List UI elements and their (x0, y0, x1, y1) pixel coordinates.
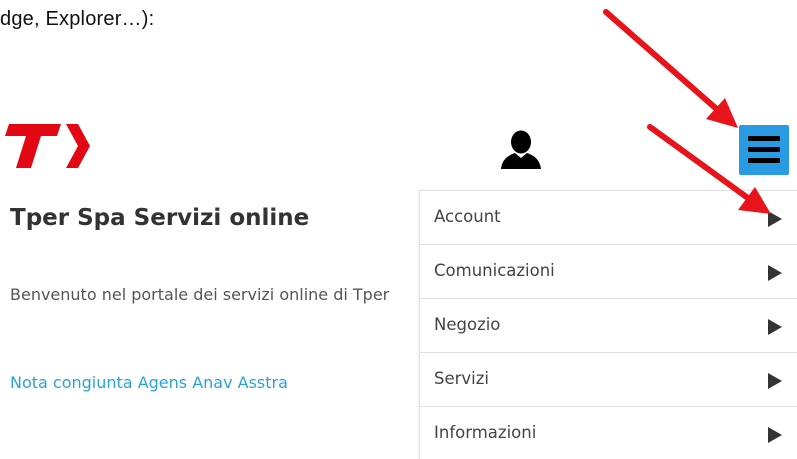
note-link[interactable]: Nota congiunta Agens Anav Asstra (10, 373, 288, 392)
menu-item-comunicazioni[interactable]: Comunicazioni (420, 245, 797, 299)
hamburger-menu-button[interactable] (739, 125, 789, 175)
logo-chevron (66, 124, 90, 168)
menu-item-label: Negozio (434, 315, 501, 334)
dropdown-menu: Account Comunicazioni Negozio Servizi In… (419, 190, 797, 459)
page-title: Tper Spa Servizi online (10, 205, 310, 231)
caret-right-icon (768, 265, 782, 281)
caret-right-icon (768, 427, 782, 443)
menu-item-label: Account (434, 207, 501, 226)
caret-right-icon (768, 373, 782, 389)
menu-item-account[interactable]: Account (420, 191, 797, 245)
caret-right-icon (768, 211, 782, 227)
screenshot-page: dge, Explorer…): Tper Spa Servizi online… (0, 0, 797, 459)
menu-item-label: Servizi (434, 369, 490, 388)
welcome-text: Benvenuto nel portale dei servizi online… (10, 285, 390, 304)
instruction-caption: dge, Explorer…): (0, 8, 155, 30)
hamburger-menu-icon-bar-bottom (748, 158, 780, 163)
hamburger-menu-icon-bar-middle (748, 147, 780, 152)
menu-item-informazioni[interactable]: Informazioni (420, 407, 797, 459)
caret-right-icon (768, 319, 782, 335)
menu-item-label: Comunicazioni (434, 261, 555, 280)
user-icon-head (511, 130, 531, 154)
user-icon-body (501, 153, 541, 169)
menu-item-negozio[interactable]: Negozio (420, 299, 797, 353)
tper-logo[interactable] (3, 121, 93, 171)
menu-item-servizi[interactable]: Servizi (420, 353, 797, 407)
logo-letter-t (5, 124, 61, 168)
red-arrow-annotation-to-menu-button (603, 9, 738, 128)
menu-item-label: Informazioni (434, 423, 537, 442)
user-icon[interactable] (499, 130, 543, 170)
hamburger-menu-icon-bar-top (748, 136, 780, 141)
